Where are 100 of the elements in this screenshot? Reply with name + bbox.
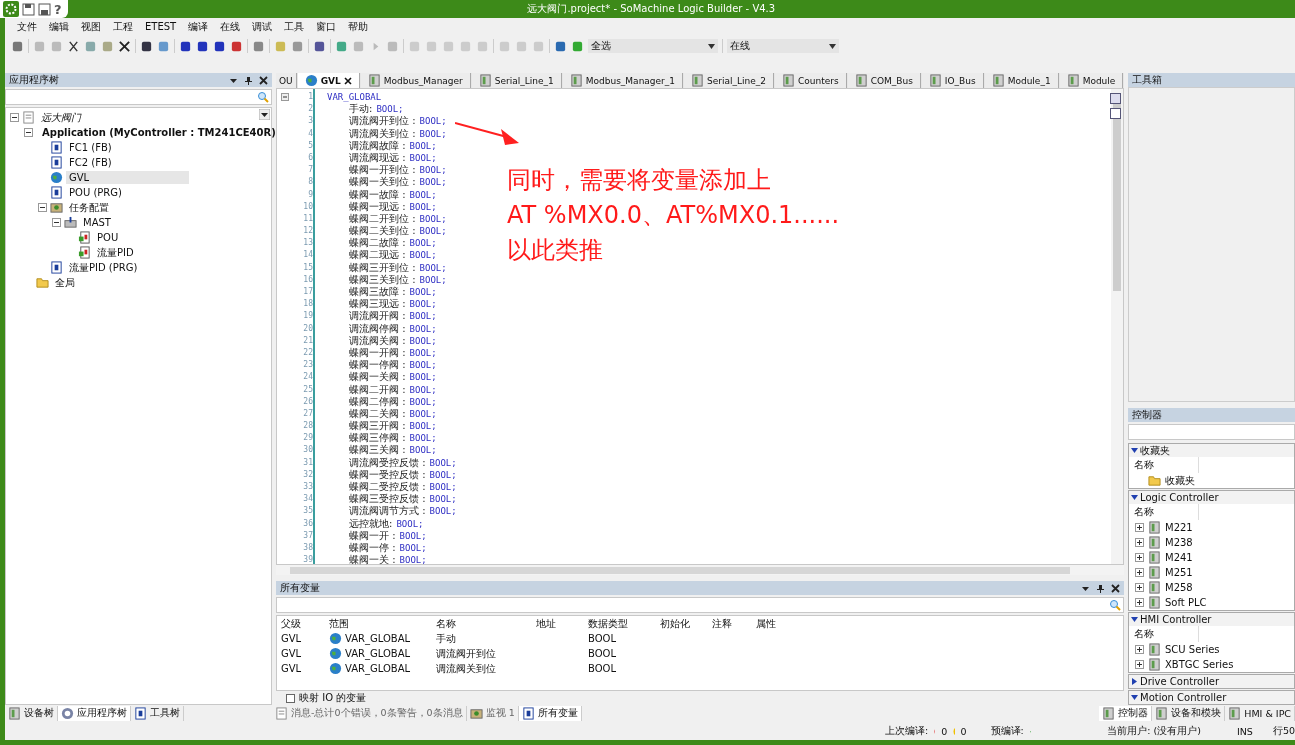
panel-tab[interactable]: HMI & IPC — [1225, 706, 1295, 721]
tree-item[interactable]: Application (MyController : TM241CE40R) — [39, 126, 279, 139]
expand-icon[interactable] — [1135, 645, 1144, 654]
close-icon[interactable] — [343, 76, 352, 85]
dropdown-icon[interactable] — [259, 109, 270, 120]
column-header[interactable]: 地址 — [536, 616, 588, 631]
collapse-icon[interactable] — [10, 113, 19, 122]
tree-item[interactable]: MAST — [80, 216, 114, 229]
collapse-icon[interactable] — [52, 218, 61, 227]
list-item[interactable]: 收藏夹 — [1165, 473, 1195, 488]
tree-item[interactable]: FC2 (FB) — [66, 156, 115, 169]
menu-item[interactable]: 调试 — [246, 19, 279, 34]
search-field[interactable] — [1128, 424, 1295, 440]
search-icon[interactable] — [257, 91, 269, 103]
tree-item[interactable]: 流量PID (PRG) — [66, 259, 141, 276]
list-item[interactable]: M258 — [1165, 582, 1193, 593]
expand-icon[interactable] — [1135, 553, 1144, 562]
list-item[interactable]: M251 — [1165, 567, 1193, 578]
tree-item[interactable]: 任务配置 — [66, 199, 112, 216]
column-header[interactable]: 名称 — [1129, 626, 1199, 642]
list-item[interactable]: Soft PLC — [1165, 597, 1207, 608]
menu-item[interactable]: 编辑 — [43, 19, 75, 34]
collapse-icon[interactable] — [24, 128, 33, 137]
column-header[interactable]: 注释 — [712, 616, 756, 631]
filter-dropdown[interactable]: 全选 — [588, 39, 718, 53]
column-header[interactable]: 名称 — [1129, 457, 1199, 473]
list-item[interactable]: M221 — [1165, 522, 1193, 533]
editor-tab[interactable]: Modbus_Manager_1 — [562, 73, 684, 88]
search-field[interactable] — [276, 597, 1124, 613]
editor-tab[interactable]: IO_Bus — [921, 73, 984, 88]
editor-tab[interactable]: Serial_Line_2 — [684, 73, 774, 88]
tree-item[interactable]: POU — [94, 231, 122, 244]
editor-tab[interactable]: COM_Bus — [847, 73, 921, 88]
list-item[interactable]: XBTGC Series — [1165, 659, 1234, 670]
menu-item[interactable]: 编译 — [182, 19, 215, 34]
tree-item[interactable]: 远大阀门 — [38, 109, 84, 126]
panel-tab[interactable]: 所有变量 — [518, 706, 582, 721]
column-header[interactable]: 范围 — [329, 616, 436, 631]
list-item[interactable]: SCU Series — [1165, 644, 1220, 655]
save-all-icon[interactable] — [38, 2, 51, 16]
close-icon[interactable] — [259, 75, 268, 85]
menu-item[interactable]: 帮助 — [342, 19, 375, 34]
expand-icon[interactable] — [1135, 583, 1144, 592]
tree-item[interactable]: FC1 (FB) — [66, 141, 115, 154]
menu-item[interactable]: 工程 — [107, 19, 139, 34]
menu-item[interactable]: 视图 — [75, 19, 107, 34]
expand-icon[interactable] — [1135, 523, 1144, 532]
panel-tab[interactable]: 工具树 — [131, 706, 184, 721]
panel-tab[interactable]: 设备树 — [5, 706, 58, 721]
section-header[interactable]: HMI Controller — [1129, 613, 1294, 626]
panel-tab[interactable]: 应用程序树 — [58, 706, 131, 721]
panel-tab[interactable]: 消息-总计0个错误，0条警告，0条消息 — [272, 706, 467, 721]
text-view-icon[interactable] — [1110, 108, 1121, 119]
menu-item[interactable]: 文件 — [11, 19, 43, 34]
menu-item[interactable]: ETEST — [139, 21, 183, 32]
column-header[interactable]: 名称 — [1129, 504, 1199, 520]
search-icon[interactable] — [1109, 599, 1121, 611]
pin-icon[interactable] — [244, 75, 253, 85]
column-header[interactable]: 名称 — [436, 616, 536, 631]
editor-tab[interactable]: Module_1 — [984, 73, 1059, 88]
panel-tab[interactable]: 设备和模块 — [1152, 706, 1226, 721]
mode-dropdown[interactable]: 在线 — [727, 39, 839, 53]
panel-tab[interactable]: 控制器 — [1099, 706, 1153, 721]
column-header[interactable]: 数据类型 — [588, 616, 660, 631]
editor-tab[interactable]: Serial_Line_1 — [471, 73, 562, 88]
collapse-icon[interactable] — [38, 203, 47, 212]
editor-tab[interactable]: OU — [276, 73, 297, 88]
tree-item[interactable]: 全局 — [52, 274, 78, 291]
delete-icon[interactable] — [118, 39, 131, 53]
panel-tab[interactable]: 监视 1 — [466, 706, 519, 721]
close-icon[interactable] — [1111, 583, 1120, 593]
tree-item[interactable]: GVL — [66, 171, 190, 184]
table-view-icon[interactable] — [1110, 93, 1121, 104]
list-item[interactable]: M241 — [1165, 552, 1193, 563]
save-icon[interactable] — [22, 2, 35, 16]
tree-item[interactable]: 流量PID — [94, 244, 137, 261]
column-header[interactable]: 初始化 — [660, 616, 712, 631]
section-header[interactable]: 收藏夹 — [1129, 444, 1294, 457]
column-header[interactable]: 父级 — [281, 616, 329, 631]
expand-icon[interactable] — [1135, 568, 1144, 577]
checkbox[interactable] — [286, 693, 295, 703]
menu-item[interactable]: 在线 — [214, 19, 247, 34]
editor-tab[interactable]: Counters — [775, 73, 847, 88]
section-header[interactable]: Drive Controller — [1129, 675, 1294, 688]
pin-icon[interactable] — [1096, 583, 1105, 593]
expand-icon[interactable] — [1135, 598, 1144, 607]
tree-item[interactable]: POU (PRG) — [66, 186, 125, 199]
search-field[interactable] — [5, 89, 272, 105]
menu-item[interactable]: 工具 — [278, 19, 311, 34]
editor-tab[interactable]: Module — [1059, 73, 1124, 88]
editor-tab[interactable]: Modbus_Manager — [360, 73, 471, 88]
editor-tab[interactable]: GVL — [297, 73, 360, 88]
menu-item[interactable]: 窗口 — [310, 19, 343, 34]
expand-icon[interactable] — [1135, 538, 1144, 547]
cut-icon[interactable] — [67, 39, 80, 53]
section-header[interactable]: Logic Controller — [1129, 491, 1294, 504]
section-header[interactable]: Motion Controller — [1129, 691, 1294, 704]
column-header[interactable]: 属性 — [756, 616, 816, 631]
help-button[interactable]: ? — [54, 1, 62, 17]
expand-icon[interactable] — [1135, 660, 1144, 669]
